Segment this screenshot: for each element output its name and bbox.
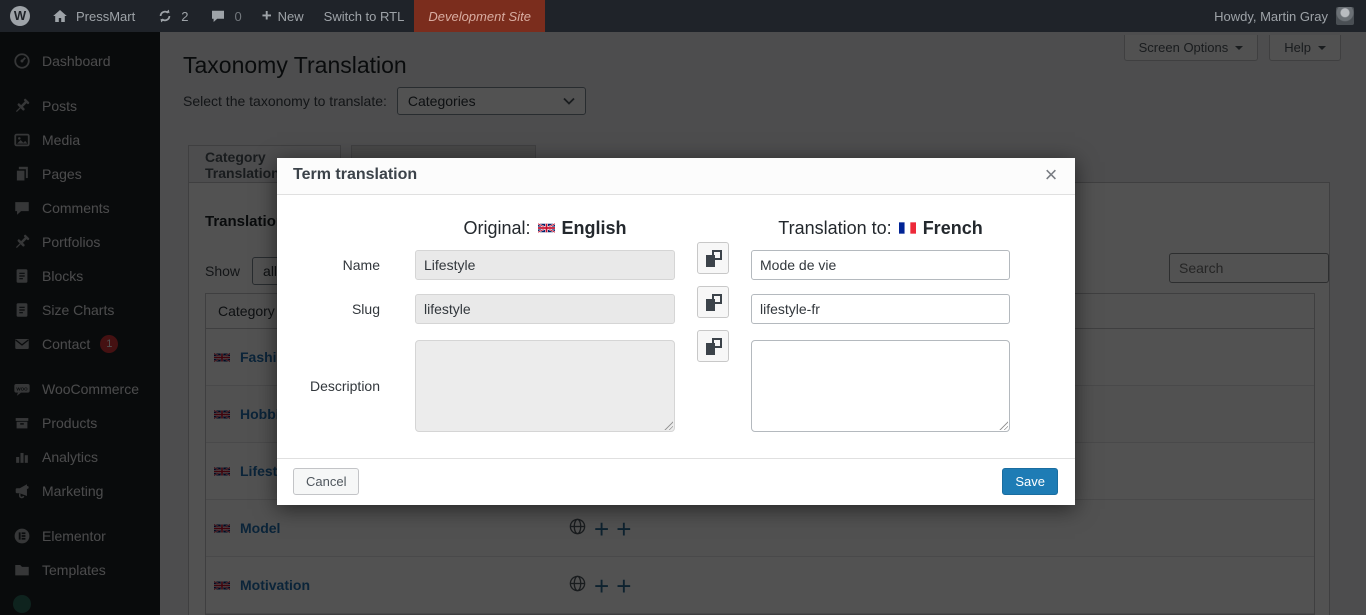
new-content-button[interactable]: + New (252, 0, 314, 32)
switch-rtl-button[interactable]: Switch to RTL (314, 0, 415, 32)
comment-count: 0 (234, 9, 241, 24)
user-avatar[interactable] (1336, 7, 1354, 25)
modal-footer: Cancel Save (277, 458, 1075, 505)
term-translation-modal: Term translation × Original: English Tra… (277, 158, 1075, 505)
modal-header: Term translation × (277, 158, 1075, 195)
cancel-button[interactable]: Cancel (293, 468, 359, 495)
wordpress-menu[interactable]: W (0, 0, 40, 32)
translation-name-field[interactable] (751, 250, 1010, 280)
updates-button[interactable]: 2 (145, 0, 198, 32)
site-name-label: PressMart (76, 9, 135, 24)
translation-language: French (923, 218, 983, 239)
rtl-label: Switch to RTL (324, 9, 405, 24)
slug-label: Slug (277, 294, 380, 324)
original-slug-field (415, 294, 675, 324)
translation-description-field[interactable] (751, 340, 1010, 432)
save-button[interactable]: Save (1002, 468, 1058, 495)
translation-column-header: Translation to: French (751, 213, 1010, 243)
name-label: Name (277, 250, 380, 280)
translation-slug-field[interactable] (751, 294, 1010, 324)
original-label: Original: (463, 218, 530, 239)
original-language: English (562, 218, 627, 239)
update-count: 2 (181, 9, 188, 24)
site-name-link[interactable]: PressMart (40, 0, 145, 32)
admin-bar: W PressMart 2 0 (0, 0, 1366, 32)
fr-flag-icon (899, 222, 916, 234)
copy-button[interactable] (697, 286, 729, 318)
howdy-label[interactable]: Howdy, Martin Gray (1214, 9, 1328, 24)
original-name-field (415, 250, 675, 280)
updates-icon (155, 6, 175, 26)
translation-label: Translation to: (778, 218, 891, 239)
plus-icon: + (262, 6, 272, 26)
wordpress-admin-screen: W PressMart 2 0 (0, 0, 1366, 615)
new-label: New (278, 9, 304, 24)
copy-icon (706, 294, 722, 311)
description-label: Description (277, 340, 380, 432)
modal-title: Term translation (293, 166, 417, 184)
original-description-field (415, 340, 675, 432)
home-icon (50, 6, 70, 26)
environment-badge: Development Site (414, 0, 545, 32)
wordpress-logo-icon: W (10, 6, 30, 26)
copy-button[interactable] (697, 330, 729, 362)
comments-icon (208, 6, 228, 26)
close-icon[interactable]: × (1037, 160, 1065, 188)
original-column-header: Original: English (415, 213, 675, 243)
copy-button[interactable] (697, 242, 729, 274)
copy-icon (706, 338, 722, 355)
uk-flag-icon (538, 222, 555, 234)
comments-button[interactable]: 0 (198, 0, 251, 32)
copy-icon (706, 250, 722, 267)
